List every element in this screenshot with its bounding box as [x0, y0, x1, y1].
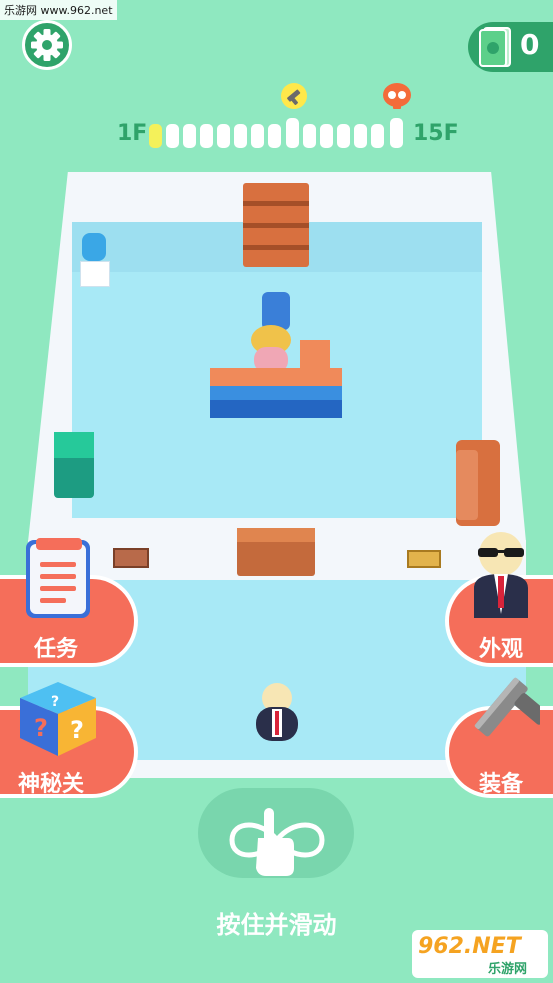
boss-character [248, 325, 294, 373]
floor-segment [371, 124, 384, 148]
floor-segment [303, 124, 316, 148]
task-list-icon [26, 538, 90, 618]
tasks-label: 任务 [34, 637, 79, 662]
floor-progress-bar [146, 118, 408, 151]
swipe-hand-icon [229, 808, 325, 876]
boss-skull-icon [383, 83, 411, 109]
wall-painting [407, 550, 441, 568]
floor-segment [234, 124, 247, 148]
floor-segment [200, 124, 213, 148]
player-character[interactable] [252, 683, 302, 741]
settings-button[interactable] [22, 20, 72, 70]
appearance-label: 外观 [479, 637, 524, 662]
svg-text:?: ? [51, 694, 59, 710]
floor-segment [320, 124, 333, 148]
floor-segment [268, 124, 281, 148]
watermark-bottom: 962.NET 乐游网 [412, 930, 548, 978]
floor-end-label: 15F [413, 121, 459, 146]
floor-segment [354, 124, 367, 148]
floor-segment [251, 124, 264, 148]
floor-segment [390, 118, 403, 148]
floor-segment [217, 124, 230, 148]
mystery-level-label: 神秘关 [18, 772, 85, 797]
water-cooler [80, 233, 110, 287]
gear-icon [31, 29, 63, 61]
floor-start-label: 1F [117, 121, 148, 146]
desk [210, 340, 342, 418]
watermark-sub: 乐游网 [488, 962, 528, 977]
safe [54, 432, 94, 498]
cash-icon [479, 27, 511, 67]
money-value: 0 [520, 28, 540, 61]
watermark-logo: 962.NET [418, 934, 521, 959]
watermark-top: 乐游网 www.962.net [0, 0, 117, 20]
floor-segment [286, 118, 299, 148]
floor-segment [149, 124, 162, 148]
svg-text:?: ? [34, 714, 48, 742]
floor-segment [183, 124, 196, 148]
wall-painting [113, 548, 149, 568]
floor-segment [337, 124, 350, 148]
pistol-icon [474, 677, 540, 737]
doorway-cabinet [237, 528, 315, 576]
svg-text:?: ? [70, 716, 84, 744]
sofa [456, 440, 500, 526]
bookshelf [243, 183, 309, 267]
equipment-label: 装备 [479, 772, 524, 797]
agent-avatar-icon [474, 532, 528, 618]
floor-segment [166, 124, 179, 148]
gun-floor-icon [281, 83, 307, 109]
mystery-box-icon: ? ? ? [20, 682, 96, 756]
